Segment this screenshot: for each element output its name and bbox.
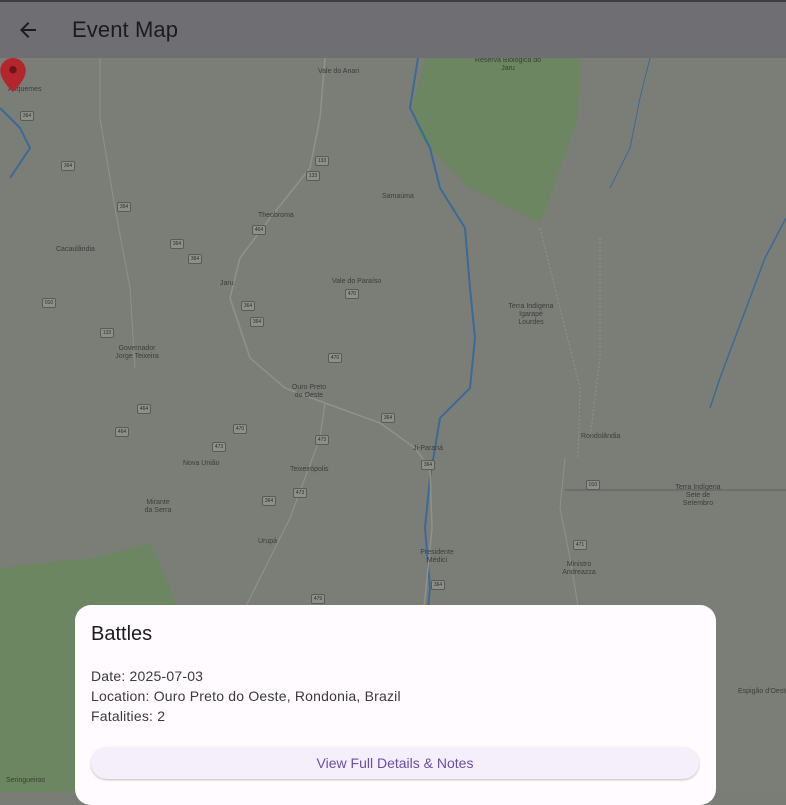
road-shield: 364	[117, 202, 131, 212]
map-label: Governador Jorge Teixeira	[115, 345, 159, 360]
event-type-title: Battles	[91, 623, 153, 645]
road-shield: 464	[252, 225, 266, 235]
event-fatalities: Fatalities: 2	[91, 708, 166, 724]
view-details-button[interactable]: View Full Details & Notes	[91, 747, 699, 779]
map-label: Vale do Paraíso	[332, 278, 382, 285]
map-label: Espigão d'Oeste	[738, 688, 786, 695]
map-label: Vale do Anari	[318, 68, 360, 75]
arrow-back-icon	[20, 22, 36, 38]
road-shield: 364	[170, 239, 184, 249]
road-shield: 133	[315, 156, 329, 166]
event-date: Date: 2025-07-03	[91, 668, 204, 684]
event-info-card: Battles Date: 2025-07-03 Location: Ouro …	[75, 605, 716, 805]
map-label: Rondolândia	[581, 433, 621, 440]
road-shield: 364	[250, 317, 264, 327]
road-shield: 473	[293, 488, 307, 498]
map-label: Terra Indígena Sete de Setembro	[675, 484, 721, 507]
road-shield: 364	[381, 413, 395, 423]
road-shield: 479	[311, 594, 325, 604]
road-shield: 364	[262, 496, 276, 506]
road-shield: 010	[586, 480, 600, 490]
road-shield: 364	[241, 301, 255, 311]
road-shield: 364	[188, 254, 202, 264]
map-label: Teixeirópolis	[290, 466, 329, 473]
road-shield: 473	[315, 435, 329, 445]
road-shield: 364	[431, 580, 445, 590]
map-label: Urupá	[258, 538, 278, 545]
road-shield: 133	[306, 171, 320, 181]
map-label: Mirante da Serra	[144, 499, 172, 514]
map-label: Jaru	[220, 280, 234, 287]
road-shield: 010	[42, 298, 56, 308]
map-label: Ministro Andreazza	[562, 561, 596, 576]
road-shield: 470	[328, 353, 342, 363]
road-shield: 364	[421, 460, 435, 470]
road-shield: 471	[573, 540, 587, 550]
map-label: Presidente Médici	[420, 549, 454, 564]
map-label: Cacaulândia	[56, 246, 95, 253]
road-shield: 473	[212, 442, 226, 452]
road-shield: 470	[345, 289, 359, 299]
map-label: Reserva Biológica do Jaru	[474, 58, 542, 72]
page-title: Event Map	[72, 17, 179, 42]
app-bar: Event Map	[0, 0, 786, 58]
map-label: Seringueiras	[6, 777, 46, 784]
road-shield: 464	[137, 404, 151, 414]
back-button[interactable]	[0, 2, 56, 58]
map-label: Ouro Preto do Oeste	[291, 384, 327, 399]
map-label: Theobroma	[258, 212, 294, 219]
map-label: Samaúma	[382, 193, 414, 200]
road-shield: 364	[61, 161, 75, 171]
road-shield: 464	[115, 427, 129, 437]
road-shield: 364	[20, 111, 34, 121]
map-label: Terra Indígena Igarapé Lourdes	[508, 303, 554, 326]
road-shield: 133	[100, 328, 114, 338]
map-label: Ji-Paraná	[413, 445, 443, 452]
location-pin-icon[interactable]	[0, 58, 26, 92]
map-label: Nova União	[183, 460, 220, 467]
event-location: Location: Ouro Preto do Oeste, Rondonia,…	[91, 688, 401, 704]
road-shield: 470	[233, 424, 247, 434]
